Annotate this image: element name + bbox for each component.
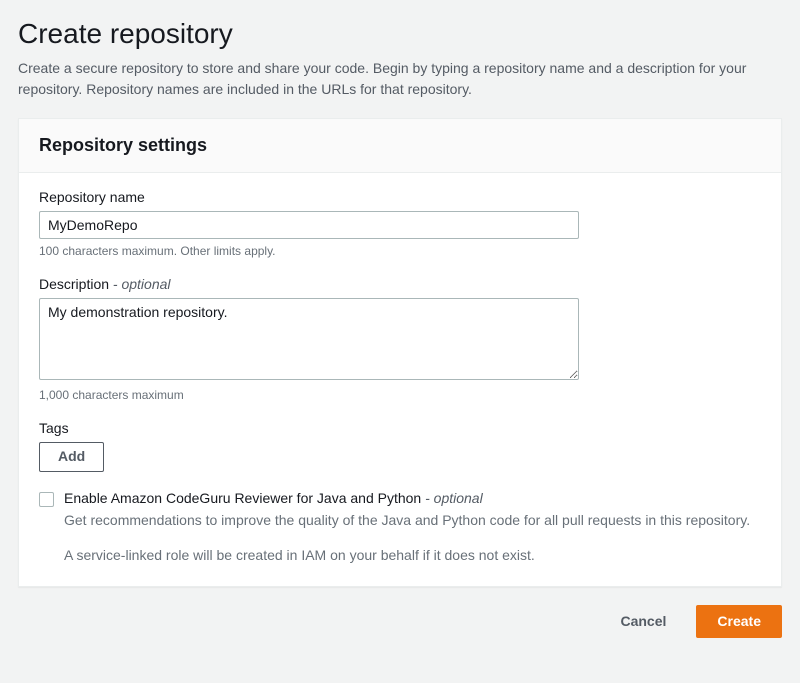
codeguru-description: Get recommendations to improve the quali… [64, 510, 761, 531]
create-button[interactable]: Create [696, 605, 782, 639]
tags-group: Tags Add [39, 420, 761, 472]
description-label-text: Description [39, 276, 109, 292]
panel-heading: Repository settings [39, 135, 761, 156]
repo-name-hint: 100 characters maximum. Other limits app… [39, 244, 761, 258]
codeguru-checkbox[interactable] [39, 492, 54, 507]
codeguru-label-text: Enable Amazon CodeGuru Reviewer for Java… [64, 490, 421, 506]
tags-label: Tags [39, 420, 761, 436]
repo-name-group: Repository name 100 characters maximum. … [39, 189, 761, 258]
description-label: Description - optional [39, 276, 761, 292]
description-hint: 1,000 characters maximum [39, 388, 761, 402]
codeguru-group: Enable Amazon CodeGuru Reviewer for Java… [39, 490, 761, 566]
codeguru-optional: - optional [421, 490, 482, 506]
codeguru-note: A service-linked role will be created in… [64, 545, 761, 566]
add-tag-button[interactable]: Add [39, 442, 104, 472]
panel-header: Repository settings [19, 119, 781, 173]
footer-actions: Cancel Create [18, 605, 782, 639]
description-textarea[interactable] [39, 298, 579, 380]
description-optional: - optional [109, 276, 170, 292]
settings-panel: Repository settings Repository name 100 … [18, 118, 782, 587]
page-title: Create repository [18, 18, 782, 50]
panel-body: Repository name 100 characters maximum. … [19, 173, 781, 586]
codeguru-content: Enable Amazon CodeGuru Reviewer for Java… [64, 490, 761, 566]
repo-name-input[interactable] [39, 211, 579, 239]
cancel-button[interactable]: Cancel [600, 606, 686, 638]
page-description: Create a secure repository to store and … [18, 58, 782, 100]
codeguru-label: Enable Amazon CodeGuru Reviewer for Java… [64, 490, 761, 506]
codeguru-row: Enable Amazon CodeGuru Reviewer for Java… [39, 490, 761, 566]
repo-name-label: Repository name [39, 189, 761, 205]
description-group: Description - optional 1,000 characters … [39, 276, 761, 402]
